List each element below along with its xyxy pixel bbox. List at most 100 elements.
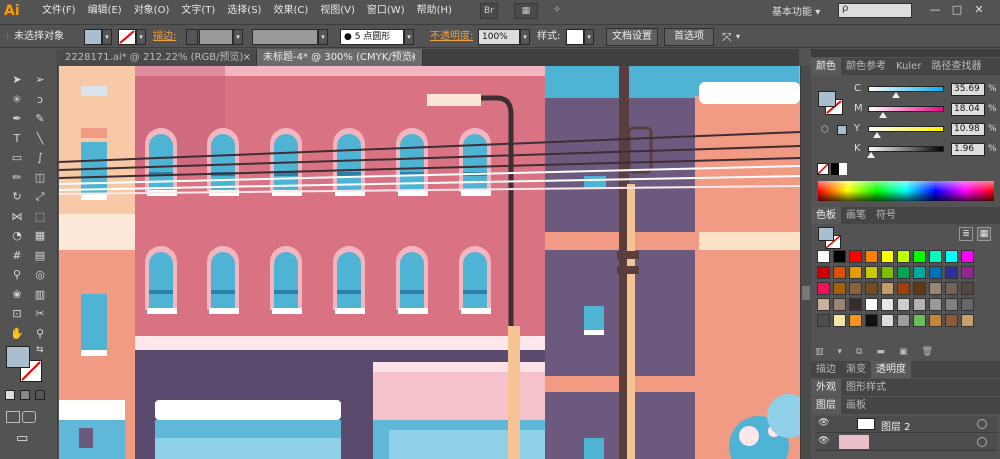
tab-artboards[interactable]: 画板 (841, 397, 871, 414)
eraser-tool-icon[interactable]: ◫ (31, 169, 49, 186)
color-swatch[interactable] (865, 314, 878, 327)
target-icon[interactable] (977, 419, 987, 429)
fill-dropdown[interactable]: ▾ (102, 29, 112, 45)
color-swatch[interactable] (897, 314, 910, 327)
color-swatch[interactable] (945, 314, 958, 327)
none-swatch[interactable] (817, 163, 829, 175)
tab-document-2[interactable]: 未标题-4* @ 300% (CMYK/预览) × (257, 49, 423, 66)
slider-handle[interactable] (873, 132, 882, 138)
variable-width-profile[interactable] (252, 29, 318, 45)
tab-gradient[interactable]: 渐变 (841, 361, 871, 378)
color-swatch[interactable] (865, 250, 878, 263)
white-swatch[interactable] (839, 163, 847, 175)
library-icon[interactable]: ▥ (815, 347, 824, 359)
maximize-button[interactable]: □ (946, 2, 968, 18)
brush-definition[interactable]: ● 5 点圆形 (340, 29, 404, 45)
color-swatch[interactable] (833, 250, 846, 263)
color-swatch[interactable] (833, 266, 846, 279)
magic-wand-tool-icon[interactable]: ✳ (8, 91, 26, 108)
stroke-dropdown[interactable]: ▾ (136, 29, 146, 45)
draw-behind-icon[interactable] (22, 411, 36, 423)
color-swatch[interactable] (929, 250, 942, 263)
opacity-dropdown[interactable]: ▾ (520, 29, 530, 45)
rotate-tool-icon[interactable]: ↻ (8, 188, 26, 205)
fill-swatch[interactable] (84, 29, 102, 45)
gpu-performance-icon[interactable]: ✧ (548, 3, 566, 19)
color-swatch[interactable] (849, 282, 862, 295)
options-icon[interactable]: ⧉ (856, 347, 862, 359)
color-swatch[interactable] (817, 314, 830, 327)
color-swatch[interactable] (897, 298, 910, 311)
color-swatch[interactable] (865, 298, 878, 311)
close-icon[interactable]: × (409, 49, 417, 66)
opacity-input[interactable]: 100% (478, 29, 520, 45)
tab-color[interactable]: 颜色 (811, 58, 841, 75)
folder-icon[interactable]: ▬ (876, 347, 885, 359)
scroll-thumb[interactable] (802, 286, 810, 300)
color-swatch[interactable] (929, 314, 942, 327)
menu-object[interactable]: 对象(O) (128, 0, 176, 22)
channel-value-input[interactable]: 10.98 (951, 123, 985, 136)
panel-fill-swatch-front[interactable] (818, 91, 836, 107)
kind-icon[interactable]: ▾ (838, 347, 843, 359)
channel-slider[interactable] (868, 86, 944, 98)
color-swatch[interactable] (849, 266, 862, 279)
color-mode-button[interactable] (5, 390, 15, 400)
color-swatch[interactable] (833, 282, 846, 295)
color-swatch[interactable] (913, 298, 926, 311)
color-swatch[interactable] (961, 314, 974, 327)
color-swatch[interactable] (945, 266, 958, 279)
chevron-down-icon[interactable]: ▾ (736, 29, 740, 45)
column-graph-tool-icon[interactable]: ▥ (31, 286, 49, 303)
artboard-canvas[interactable] (59, 66, 800, 459)
gamut-swatch[interactable] (837, 125, 847, 135)
tab-stroke[interactable]: 描边 (811, 361, 841, 378)
list-view-icon[interactable]: ≣ (959, 227, 973, 241)
preferences-button[interactable]: 首选项 (664, 28, 714, 46)
menu-edit[interactable]: 编辑(E) (82, 0, 128, 22)
color-swatch[interactable] (961, 266, 974, 279)
color-swatch[interactable] (897, 282, 910, 295)
channel-value-input[interactable]: 18.04 (951, 103, 985, 116)
stroke-swatch[interactable] (118, 29, 136, 45)
eyedropper-tool-icon[interactable]: ⚲ (8, 266, 26, 283)
color-swatch[interactable] (849, 314, 862, 327)
new-swatch-icon[interactable]: ▣ (899, 347, 908, 359)
profile-dropdown[interactable]: ▾ (318, 29, 328, 45)
menu-help[interactable]: 帮助(H) (411, 0, 458, 22)
tab-pathfinder[interactable]: 路径查找器 (926, 58, 986, 75)
color-swatch[interactable] (833, 298, 846, 311)
tab-transparency[interactable]: 透明度 (871, 361, 911, 378)
hand-tool-icon[interactable]: ✋ (8, 325, 26, 342)
close-button[interactable]: ✕ (968, 2, 990, 18)
color-swatch[interactable] (881, 282, 894, 295)
color-swatch[interactable] (913, 250, 926, 263)
slider-handle[interactable] (866, 152, 875, 158)
tab-appearance[interactable]: 外观 (811, 379, 841, 396)
color-swatch[interactable] (913, 282, 926, 295)
color-swatch[interactable] (945, 250, 958, 263)
channel-slider[interactable] (868, 126, 944, 138)
slider-handle[interactable] (878, 112, 887, 118)
tab-brushes[interactable]: 画笔 (841, 207, 871, 224)
menu-type[interactable]: 文字(T) (175, 0, 221, 22)
tab-document-1[interactable]: 2228171.ai* @ 212.22% (RGB/预览) × (59, 49, 257, 66)
stroke-weight-input[interactable] (199, 29, 233, 45)
swap-icon[interactable]: ⇆ (36, 345, 44, 355)
eye-icon[interactable]: 👁 (818, 418, 829, 428)
color-swatch[interactable] (865, 282, 878, 295)
color-swatch[interactable] (881, 314, 894, 327)
channel-value-input[interactable]: 1.96 (951, 143, 985, 156)
color-swatch[interactable] (881, 298, 894, 311)
curvature-tool-icon[interactable]: ✎ (31, 110, 49, 127)
zoom-tool-icon[interactable]: ⚲ (31, 325, 49, 342)
color-swatch[interactable] (897, 250, 910, 263)
slice-tool-icon[interactable]: ✂ (31, 305, 49, 322)
layer-name[interactable]: 图层 2 (881, 418, 911, 433)
direct-selection-tool-icon[interactable]: ➢ (31, 71, 49, 88)
arrange-documents-icon[interactable]: ▦ (513, 3, 538, 19)
panel-collapse-bar[interactable] (811, 49, 1000, 57)
black-swatch[interactable] (831, 163, 839, 175)
color-swatch[interactable] (881, 266, 894, 279)
tab-kuler[interactable]: Kuler (891, 58, 926, 75)
